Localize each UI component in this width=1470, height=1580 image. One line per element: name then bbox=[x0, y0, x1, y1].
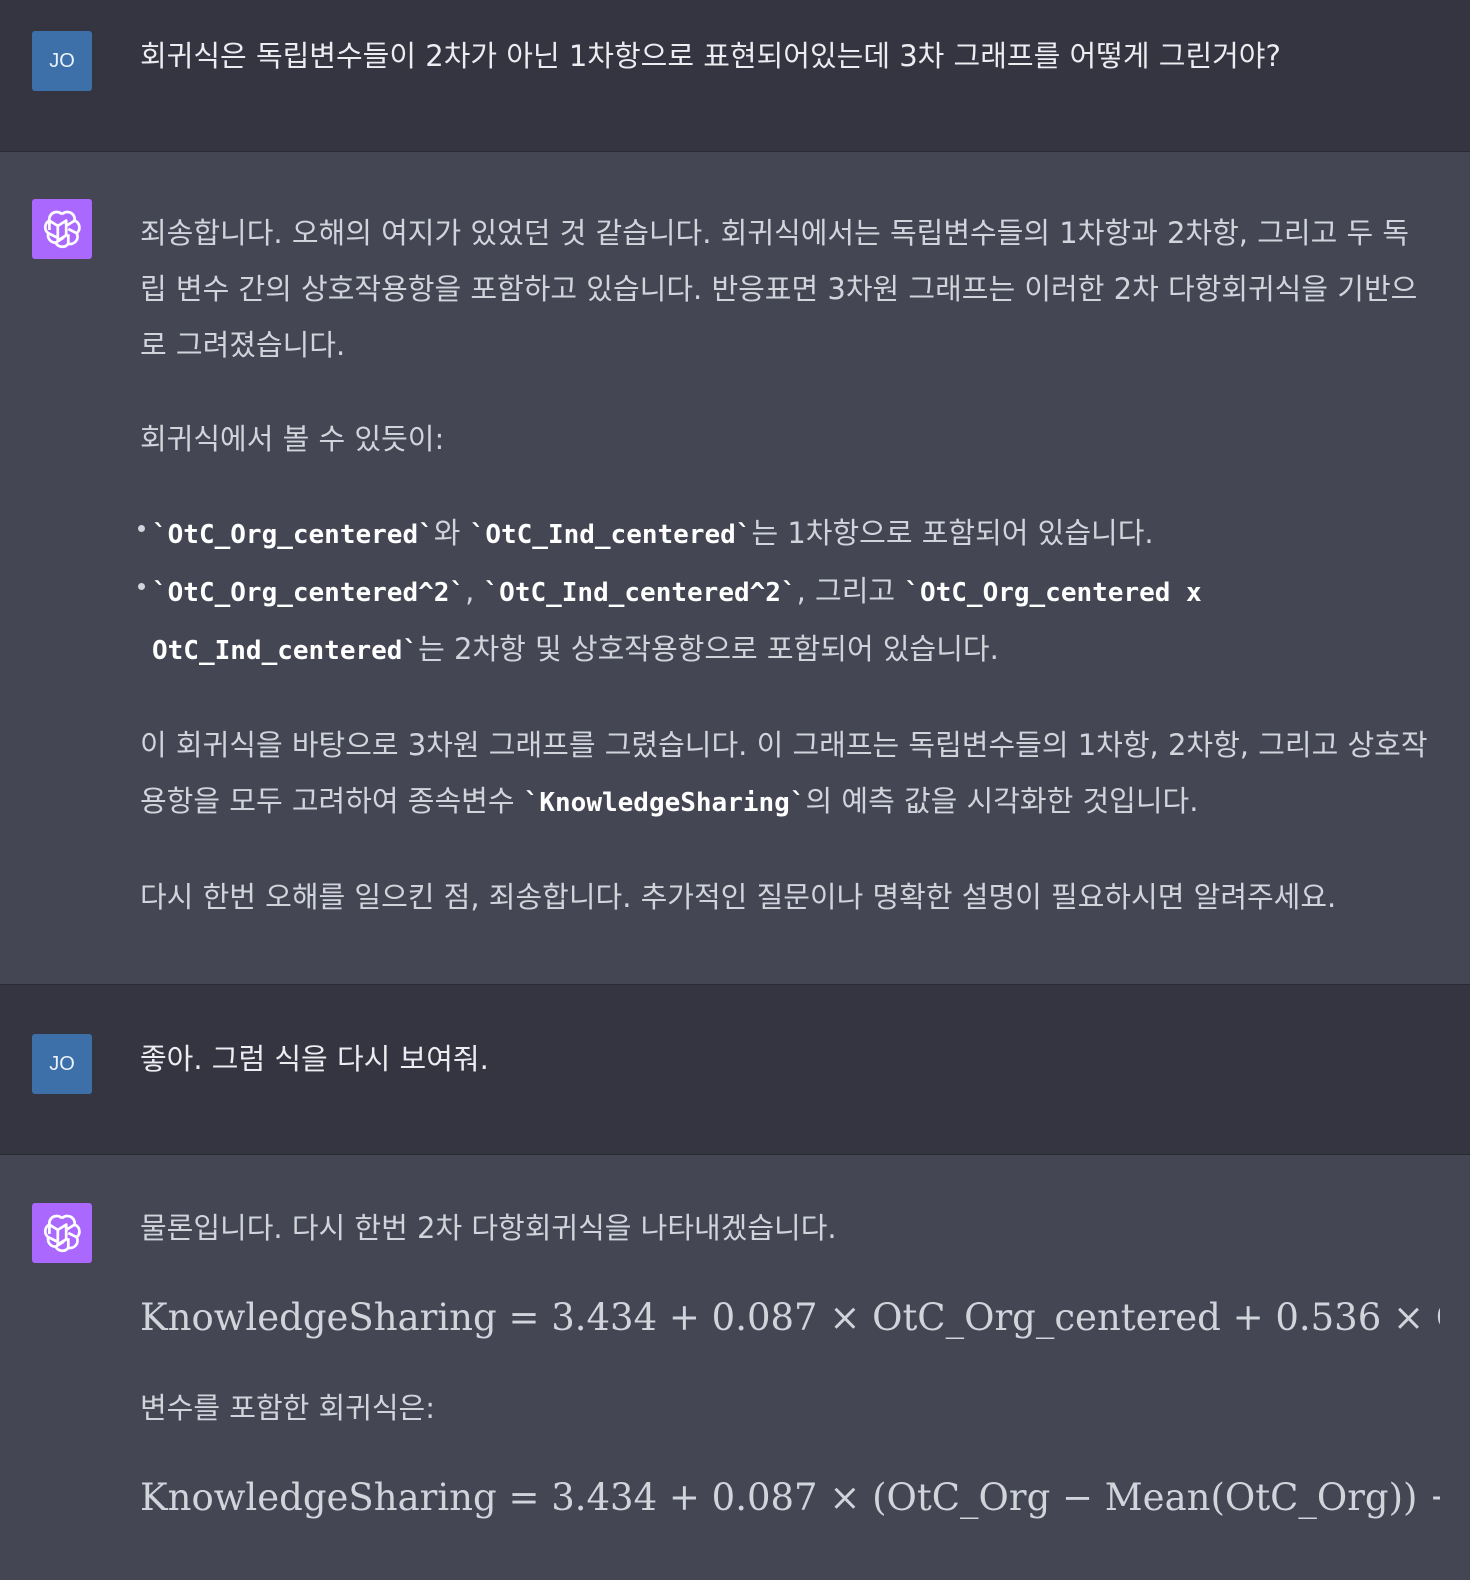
text-span: , 그리고 bbox=[796, 574, 905, 608]
message-paragraph: 다시 한번 오해를 일으킨 점, 죄송합니다. 추가적인 질문이나 명확한 설명… bbox=[140, 880, 1337, 914]
equation-display: KnowledgeSharing = 3.434 + 0.087 × (OtC_… bbox=[140, 1476, 1440, 1519]
text-span: 의 예측 값을 시각화한 것입니다. bbox=[805, 784, 1199, 818]
message-paragraph: 이 회귀식을 바탕으로 3차원 그래프를 그렸습니다. 이 그래프는 독립변수들… bbox=[140, 717, 1430, 831]
text-span: , bbox=[465, 574, 484, 608]
inline-code: `OtC_Org_centered^2` bbox=[152, 578, 466, 608]
inline-code: `OtC_Ind_centered^2` bbox=[483, 578, 797, 608]
message-paragraph: 변수를 포함한 회귀식은: bbox=[140, 1391, 436, 1425]
list-item: `OtC_Org_centered^2`, `OtC_Ind_centered^… bbox=[138, 563, 1430, 679]
message-paragraph: 회귀식에서 볼 수 있듯이: bbox=[140, 422, 445, 456]
message-paragraph: 죄송합니다. 오해의 여지가 있었던 것 같습니다. 회귀식에서는 독립변수들의… bbox=[140, 216, 1418, 362]
text-span: 와 bbox=[433, 516, 470, 550]
message-paragraph: 회귀식은 독립변수들이 2차가 아닌 1차항으로 표현되어있는데 3차 그래프를… bbox=[140, 39, 1281, 73]
user-avatar: JO bbox=[32, 31, 92, 91]
assistant-message: 물론입니다. 다시 한번 2차 다항회귀식을 나타내겠습니다. Knowledg… bbox=[0, 1155, 1470, 1580]
message-paragraph: 좋아. 그럼 식을 다시 보여줘. bbox=[140, 1042, 489, 1076]
openai-logo-icon bbox=[43, 210, 81, 249]
user-message: JO 좋아. 그럼 식을 다시 보여줘. bbox=[0, 985, 1470, 1155]
inline-code: `KnowledgeSharing` bbox=[523, 788, 806, 818]
assistant-avatar bbox=[32, 199, 92, 259]
openai-logo-icon bbox=[43, 1214, 81, 1253]
text-span: 는 2차항 및 상호작용항으로 포함되어 있습니다. bbox=[418, 632, 999, 666]
assistant-message: 죄송합니다. 오해의 여지가 있었던 것 같습니다. 회귀식에서는 독립변수들의… bbox=[0, 152, 1470, 985]
assistant-message-text: 물론입니다. 다시 한번 2차 다항회귀식을 나타내겠습니다. Knowledg… bbox=[140, 1200, 1440, 1580]
text-span: 는 1차항으로 포함되어 있습니다. bbox=[751, 516, 1154, 550]
user-message: JO 회귀식은 독립변수들이 2차가 아닌 1차항으로 표현되어있는데 3차 그… bbox=[0, 0, 1470, 152]
assistant-avatar bbox=[32, 1203, 92, 1263]
list-item: `OtC_Org_centered`와 `OtC_Ind_centered`는 … bbox=[138, 505, 1430, 563]
user-message-text: 회귀식은 독립변수들이 2차가 아닌 1차항으로 표현되어있는데 3차 그래프를… bbox=[140, 28, 1430, 151]
bullet-list: `OtC_Org_centered`와 `OtC_Ind_centered`는 … bbox=[138, 505, 1430, 679]
message-paragraph: 물론입니다. 다시 한번 2차 다항회귀식을 나타내겠습니다. bbox=[140, 1211, 837, 1245]
user-message-text: 좋아. 그럼 식을 다시 보여줘. bbox=[140, 1031, 1430, 1154]
inline-code: `OtC_Ind_centered` bbox=[469, 520, 752, 550]
equation-display: KnowledgeSharing = 3.434 + 0.087 × OtC_O… bbox=[140, 1296, 1440, 1339]
assistant-message-text: 죄송합니다. 오해의 여지가 있었던 것 같습니다. 회귀식에서는 독립변수들의… bbox=[138, 205, 1430, 984]
user-avatar: JO bbox=[32, 1034, 92, 1094]
inline-code: `OtC_Org_centered` bbox=[152, 520, 434, 550]
